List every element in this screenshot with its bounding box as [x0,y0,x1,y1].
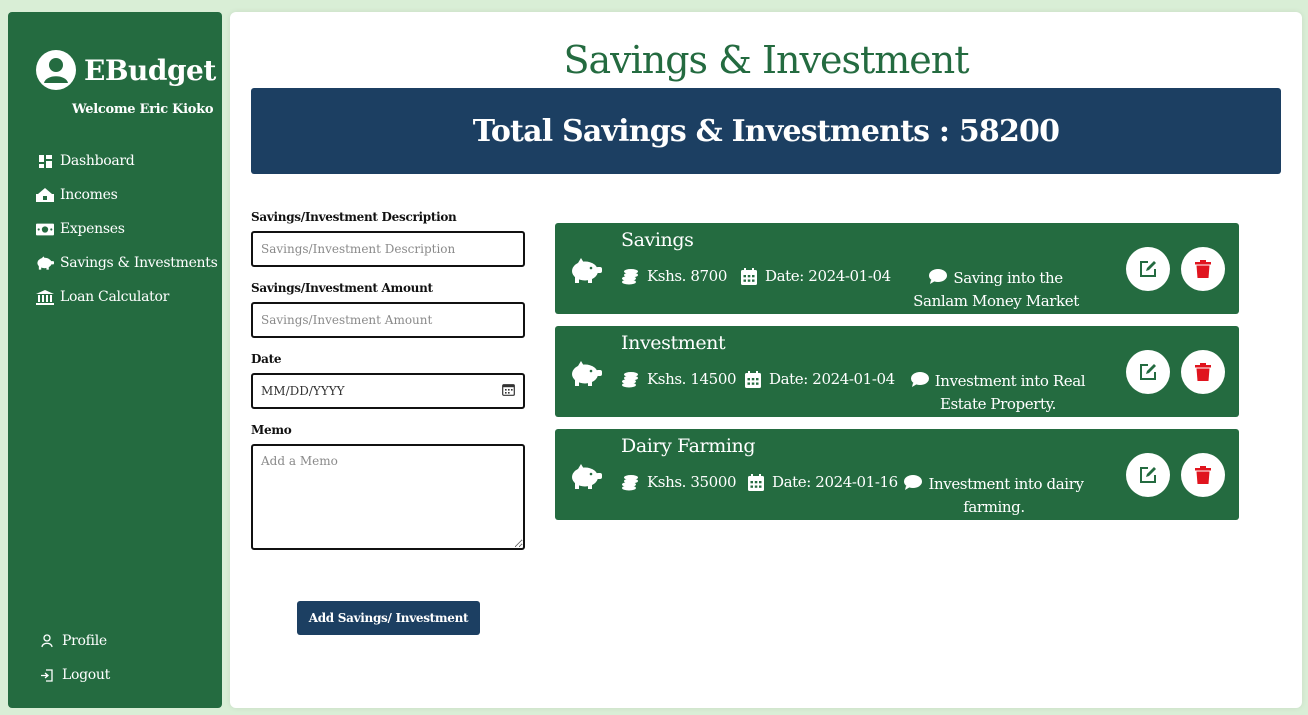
piggy-bank-icon [569,464,603,494]
entry-memo: Saving into the Sanlam Money Market Fund… [901,267,1091,334]
entry-title: Dairy Farming [621,435,756,457]
amount-input[interactable] [251,302,525,338]
app-name: EBudget [84,53,216,87]
delete-button[interactable] [1181,247,1225,291]
trash-icon [1195,260,1211,278]
sidebar-item-savings-investments[interactable]: Savings & Investments [36,246,218,280]
sidebar-item-loan-calculator[interactable]: Loan Calculator [36,280,218,314]
piggy-bank-icon [36,256,54,270]
piggy-bank-icon [569,361,603,391]
entry-title: Investment [621,332,726,354]
user-avatar-icon [36,50,76,90]
entry-memo-text: Investment into Real Estate Property. [934,372,1086,413]
entry-date: Date: 2024-01-04 [741,267,891,285]
sidebar-item-label: Incomes [60,187,118,203]
calendar-icon [748,473,764,491]
entry-date-text: Date: 2024-01-16 [772,473,898,491]
sidebar-item-expenses[interactable]: Expenses [36,212,218,246]
expenses-icon [36,222,54,236]
edit-icon [1140,467,1156,483]
delete-button[interactable] [1181,350,1225,394]
add-savings-button[interactable]: Add Savings/ Investment [297,601,480,635]
sidebar-nav: Dashboard Incomes Expenses Savings & Inv… [36,144,218,314]
calendar-icon [741,267,757,285]
comment-icon [910,371,929,393]
dashboard-icon [36,154,54,168]
sidebar-item-logout[interactable]: Logout [38,658,110,692]
date-label: Date [251,352,282,366]
memo-label: Memo [251,423,292,437]
date-placeholder: MM/DD/YYYY [261,384,345,398]
list-item: Dairy Farming Kshs. 35000 Date: 2024-01-… [555,429,1239,520]
brand: EBudget [36,50,216,90]
user-icon [38,634,56,648]
coins-icon [622,474,638,490]
memo-textarea[interactable] [251,444,525,550]
coins-icon [622,371,638,387]
incomes-icon [36,188,54,202]
sidebar-bottom-nav: Profile Logout [38,624,110,692]
calendar-icon[interactable] [502,383,515,399]
sidebar-item-profile[interactable]: Profile [38,624,110,658]
sidebar-item-incomes[interactable]: Incomes [36,178,218,212]
sidebar-item-label: Savings & Investments [60,255,218,271]
sidebar-item-label: Dashboard [60,153,135,169]
bank-icon [36,289,54,305]
entry-amount: Kshs. 14500 [621,370,737,388]
list-item: Investment Kshs. 14500 Date: 2024-01-04 … [555,326,1239,417]
edit-icon [1140,364,1156,380]
main-panel: Savings & Investment Total Savings & Inv… [230,12,1302,708]
date-input[interactable]: MM/DD/YYYY [251,373,525,409]
comment-icon [904,474,923,496]
entries-list: Savings Kshs. 8700 Date: 2024-01-04 Savi… [555,223,1239,532]
amount-label: Savings/Investment Amount [251,281,433,295]
description-label: Savings/Investment Description [251,210,457,224]
sidebar-item-label: Logout [62,667,110,683]
page-title: Savings & Investment [563,38,969,82]
welcome-text: Welcome Eric Kioko [72,102,214,117]
savings-form: Savings/Investment Description Savings/I… [251,210,526,554]
edit-button[interactable] [1126,453,1170,497]
comment-icon [929,268,948,290]
entry-date-text: Date: 2024-01-04 [765,267,891,285]
trash-icon [1195,466,1211,484]
entry-amount-text: Kshs. 35000 [647,473,737,491]
entry-amount-text: Kshs. 14500 [647,370,737,388]
entry-date: Date: 2024-01-16 [748,473,898,491]
entry-date-text: Date: 2024-01-04 [769,370,895,388]
entry-memo-text: Investment into dairy farming. [928,475,1084,516]
sidebar-item-dashboard[interactable]: Dashboard [36,144,218,178]
edit-button[interactable] [1126,350,1170,394]
total-banner: Total Savings & Investments : 58200 [251,88,1281,174]
sidebar-item-label: Profile [62,633,107,649]
edit-button[interactable] [1126,247,1170,291]
edit-icon [1140,261,1156,277]
entry-title: Savings [621,229,694,251]
calendar-icon [745,370,761,388]
entry-amount: Kshs. 35000 [621,473,737,491]
delete-button[interactable] [1181,453,1225,497]
trash-icon [1195,363,1211,381]
entry-memo: Investment into Real Estate Property. [903,370,1093,415]
description-input[interactable] [251,231,525,267]
sidebar-item-label: Loan Calculator [60,289,170,305]
coins-icon [622,268,638,284]
piggy-bank-icon [569,258,603,288]
entry-date: Date: 2024-01-04 [745,370,895,388]
sidebar-item-label: Expenses [60,221,125,237]
entry-amount-text: Kshs. 8700 [647,267,727,285]
logout-icon [38,668,56,682]
entry-memo: Investment into dairy farming. [899,473,1089,518]
entry-amount: Kshs. 8700 [621,267,727,285]
sidebar: EBudget Welcome Eric Kioko Dashboard Inc… [8,12,222,708]
list-item: Savings Kshs. 8700 Date: 2024-01-04 Savi… [555,223,1239,332]
